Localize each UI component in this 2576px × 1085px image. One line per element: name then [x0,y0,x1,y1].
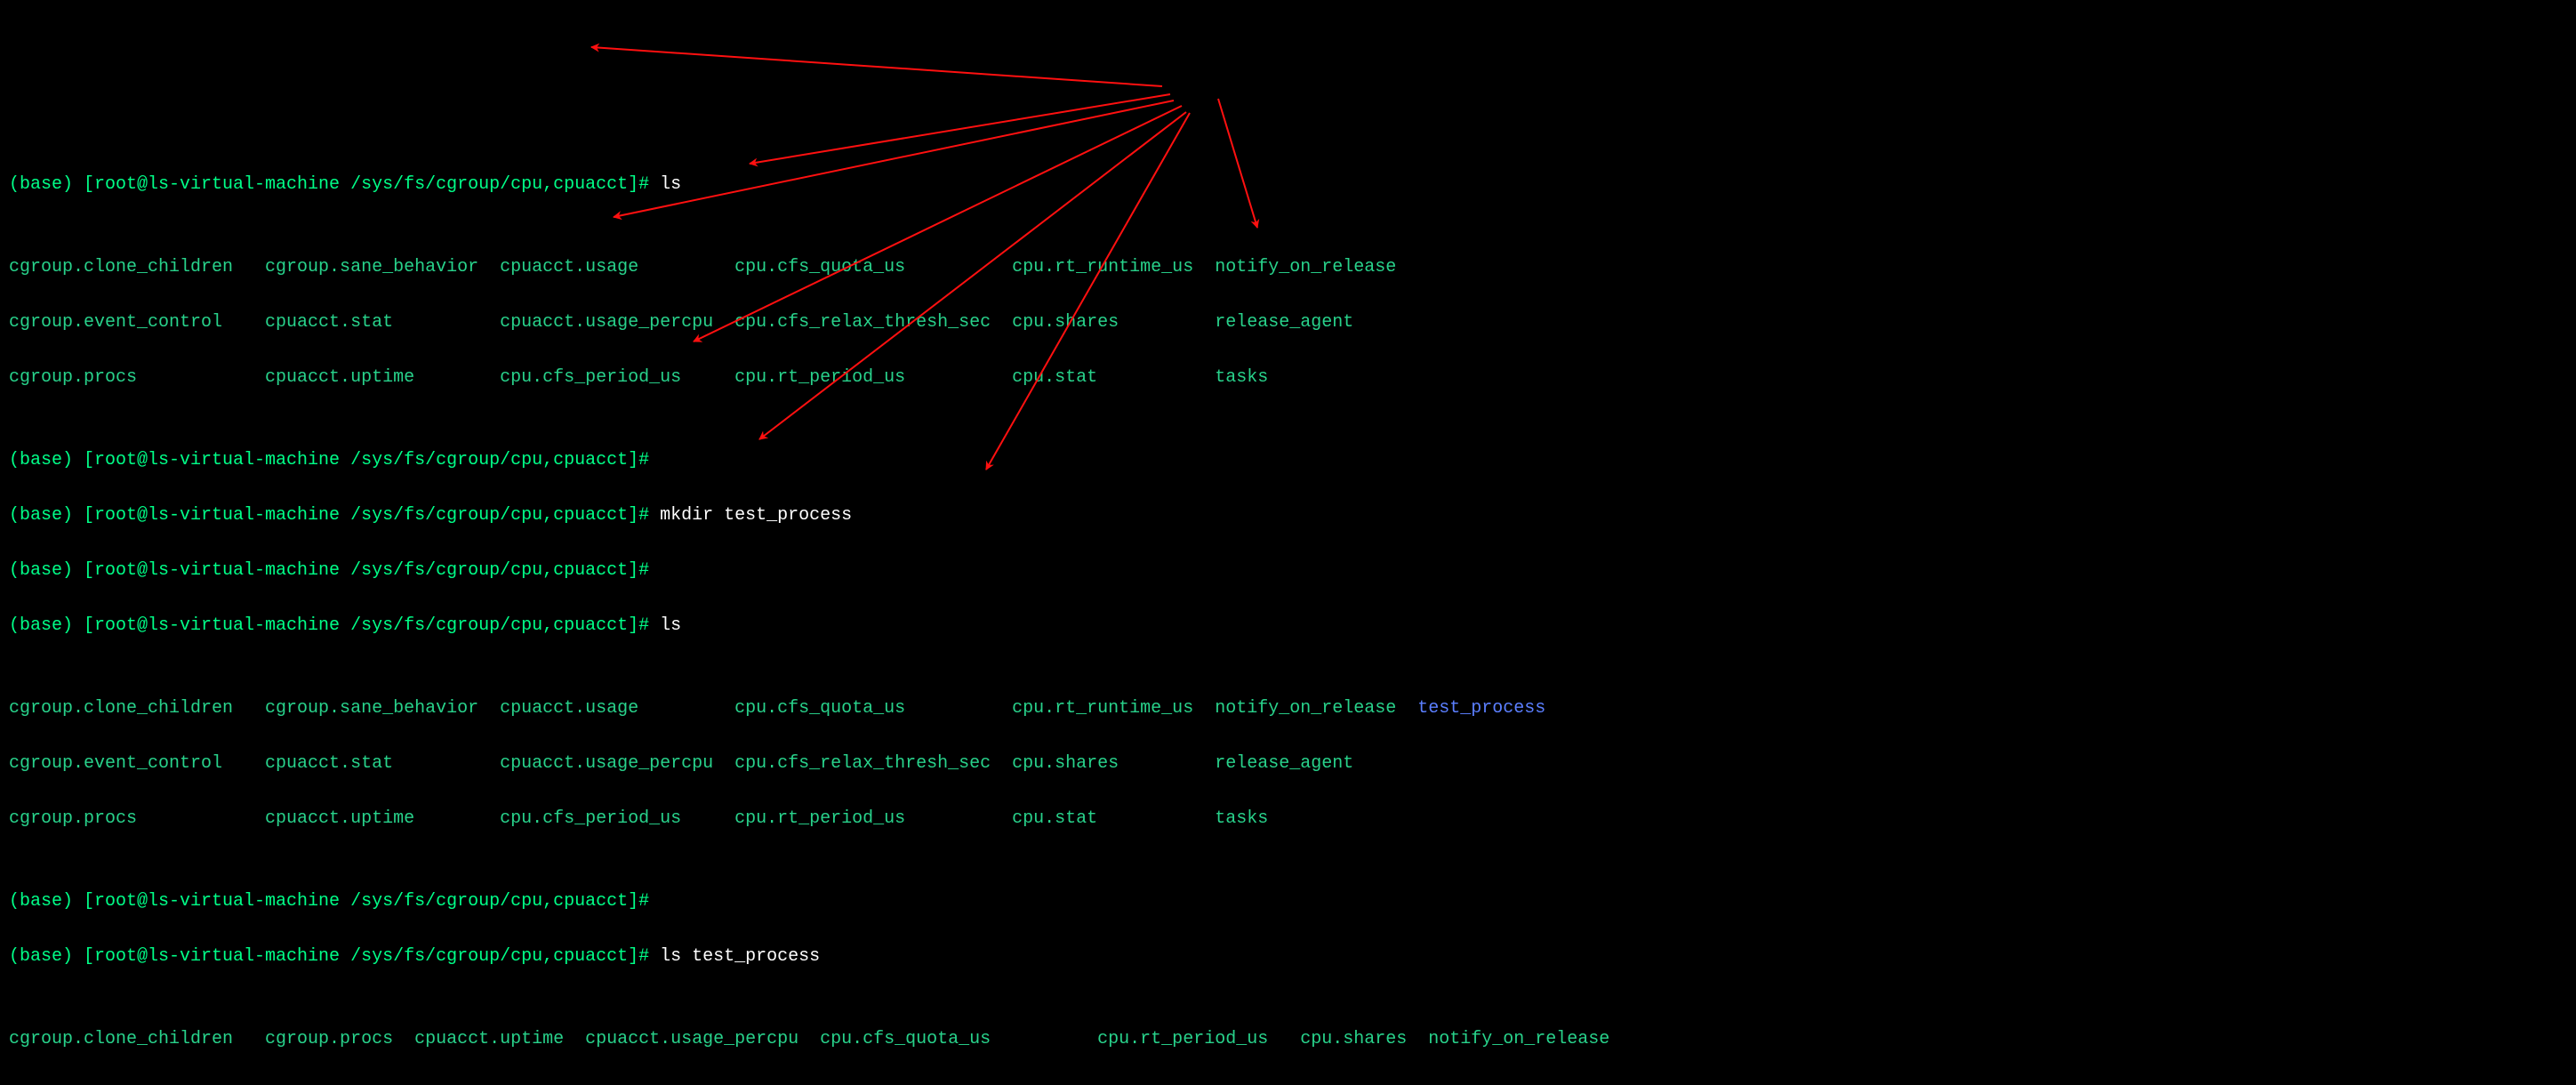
file-entry: cpu.cfs_period_us [585,1081,820,1085]
file-entry: release_agent [1215,750,1353,777]
prompt-line-empty[interactable]: (base) [root@ls-virtual-machine /sys/fs/… [9,557,2576,584]
file-entry: tasks [1215,805,1268,832]
file-entry: cpuacct.usage [500,695,734,722]
ls-output-row: cgroup.procscpuacct.uptimecpu.cfs_period… [9,805,2576,832]
file-entry: cgroup.event_control [9,309,265,336]
file-entry: cgroup.clone_children [9,1025,265,1053]
prompt-line-ls-tp[interactable]: (base) [root@ls-virtual-machine /sys/fs/… [9,943,2576,970]
file-entry: cpuacct.usage [414,1081,585,1085]
file-entry: cpu.cfs_relax_thresh_sec [820,1081,1097,1085]
file-entry: cpuacct.stat [265,1081,414,1085]
file-entry: cpu.rt_runtime_us [1012,253,1215,281]
file-entry: cpu.rt_runtime_us [1012,695,1215,722]
file-entry: cpuacct.usage_percpu [500,750,734,777]
annotation-arrow [591,47,1162,86]
file-entry: cpuacct.usage [500,253,734,281]
command-ls-tp: ls test_process [660,946,820,967]
file-entry: cpuacct.uptime [265,364,500,391]
file-entry: cgroup.procs [265,1025,414,1053]
ls-output-row: cgroup.clone_childrencgroup.sane_behavio… [9,253,2576,281]
prompt-line-empty[interactable]: (base) [root@ls-virtual-machine /sys/fs/… [9,446,2576,474]
command-ls: ls [660,174,681,195]
file-entry: cpu.rt_period_us [1097,1025,1300,1053]
file-entry: cpuacct.stat [265,750,500,777]
file-entry: cgroup.sane_behavior [265,253,500,281]
file-entry: cgroup.procs [9,364,265,391]
file-entry: cpu.rt_period_us [734,805,1012,832]
ls-output-row: cgroup.clone_childrencgroup.sane_behavio… [9,695,2576,722]
command-ls: ls [660,615,681,636]
file-entry: cpu.cfs_relax_thresh_sec [734,309,1012,336]
file-entry: cgroup.clone_children [9,253,265,281]
command-mkdir: mkdir test_process [660,505,852,526]
file-entry: notify_on_release [1215,695,1417,722]
ls-output-row: cgroup.event_controlcpuacct.statcpuacct.… [9,750,2576,777]
file-entry: cpuacct.stat [265,309,500,336]
ls-tp-output-row: cgroup.event_controlcpuacct.statcpuacct.… [9,1081,2576,1085]
file-entry: cpuacct.uptime [265,805,500,832]
ls-tp-output-row: cgroup.clone_childrencgroup.procscpuacct… [9,1025,2576,1053]
file-entry: cgroup.procs [9,805,265,832]
file-entry: cpuacct.usage_percpu [585,1025,820,1053]
ls-output-row: cgroup.procscpuacct.uptimecpu.cfs_period… [9,364,2576,391]
file-entry: cgroup.event_control [9,1081,265,1085]
file-entry: tasks [1215,364,1268,391]
file-entry: notify_on_release [1428,1025,1609,1053]
file-entry: cgroup.clone_children [9,695,265,722]
file-entry: cgroup.sane_behavior [265,695,500,722]
file-entry: cpu.cfs_quota_us [820,1025,1097,1053]
file-entry: release_agent [1215,309,1353,336]
file-entry: cpu.cfs_quota_us [734,695,1012,722]
prompt-line-ls2[interactable]: (base) [root@ls-virtual-machine /sys/fs/… [9,612,2576,639]
prompt-line-1[interactable]: (base) [root@ls-virtual-machine /sys/fs/… [9,171,2576,198]
dir-entry: test_process [1417,695,1545,722]
file-entry: cpu.rt_period_us [734,364,1012,391]
terminal-output: (base) [root@ls-virtual-machine /sys/fs/… [0,110,2576,1085]
file-entry: cpu.stat [1300,1081,1428,1085]
prompt-line-mkdir[interactable]: (base) [root@ls-virtual-machine /sys/fs/… [9,502,2576,529]
file-entry: cpu.stat [1012,805,1215,832]
file-entry: cpu.cfs_period_us [500,364,734,391]
file-entry: cpu.shares [1012,309,1215,336]
file-entry: notify_on_release [1215,253,1396,281]
prompt-line-empty[interactable]: (base) [root@ls-virtual-machine /sys/fs/… [9,888,2576,915]
file-entry: cpu.shares [1012,750,1215,777]
file-entry: cpu.shares [1300,1025,1428,1053]
file-entry: cpu.rt_runtime_us [1097,1081,1300,1085]
file-entry: cpu.cfs_period_us [500,805,734,832]
file-entry: cpu.cfs_quota_us [734,253,1012,281]
file-entry: cpuacct.usage_percpu [500,309,734,336]
prompt-path: [root@ls-virtual-machine /sys/fs/cgroup/… [84,174,660,195]
file-entry: cgroup.event_control [9,750,265,777]
file-entry: tasks [1428,1081,1481,1085]
file-entry: cpu.cfs_relax_thresh_sec [734,750,1012,777]
prompt-base: (base) [9,174,84,195]
file-entry: cpu.stat [1012,364,1215,391]
ls-output-row: cgroup.event_controlcpuacct.statcpuacct.… [9,309,2576,336]
file-entry: cpuacct.uptime [414,1025,585,1053]
